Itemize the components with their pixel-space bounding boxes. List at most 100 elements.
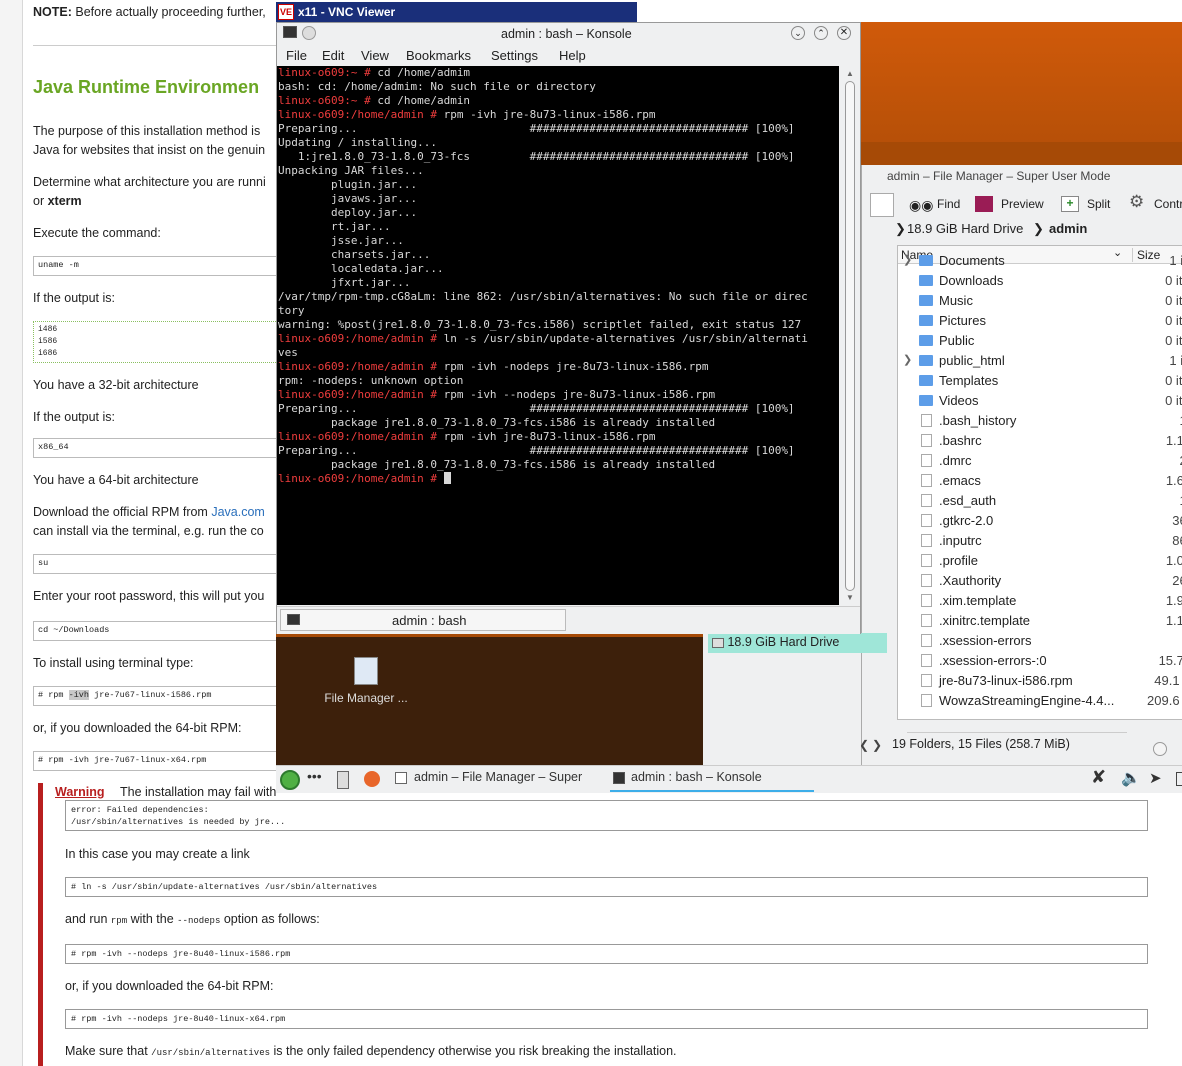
- file-size: 0 iter: [1165, 293, 1182, 308]
- scroll-down-icon[interactable]: ▼: [846, 593, 854, 602]
- file-row[interactable]: .xinitrc.template 1.1 k: [898, 611, 1182, 631]
- terminal-line: linux-o609:/home/admin # rpm -ivh -nodep…: [278, 360, 709, 373]
- vnc-titlebar[interactable]: VE x11 - VNC Viewer: [276, 2, 637, 22]
- file-row[interactable]: ❯ Documents 1 ite: [898, 251, 1182, 271]
- breadcrumb-folder[interactable]: admin: [1049, 221, 1087, 236]
- battery-icon[interactable]: [1176, 772, 1182, 786]
- file-row[interactable]: .dmrc26: [898, 451, 1182, 471]
- menu-edit[interactable]: Edit: [322, 48, 344, 63]
- paragraph: Enter your root password, this will put …: [33, 589, 265, 603]
- file-row[interactable]: Public 0 iter: [898, 331, 1182, 351]
- file-list: Name ⌄ Size ❯Documents1 iteDownloads0 it…: [897, 245, 1182, 720]
- file-manager-toolbar: ◉◉ Find Preview + Split ⚙ Contr: [862, 189, 1182, 219]
- paragraph: If the output is:: [33, 410, 115, 424]
- file-row[interactable]: .inputrc 861: [898, 531, 1182, 551]
- file-name: .bash_history: [939, 413, 1017, 428]
- file-name: .esd_auth: [939, 493, 997, 508]
- file-size: 209.6 M: [1147, 693, 1182, 708]
- folder-icon: [919, 295, 933, 306]
- preview-button[interactable]: Preview: [1001, 197, 1044, 211]
- scroll-up-icon[interactable]: ▲: [846, 69, 854, 78]
- task-file-manager[interactable]: admin – File Manager – Super: [414, 770, 582, 784]
- scroll-handle[interactable]: [845, 81, 855, 591]
- network-icon[interactable]: ➤: [1149, 769, 1162, 787]
- zoom-slider[interactable]: [1153, 742, 1167, 756]
- menu-file[interactable]: File: [286, 48, 307, 63]
- file-row[interactable]: .profile 1.0 k: [898, 551, 1182, 571]
- file-row[interactable]: WowzaStreamingEngine-4.4... 209.6 M: [898, 691, 1182, 711]
- file-row[interactable]: .xim.template 1.9 k: [898, 591, 1182, 611]
- app-launcher-icon[interactable]: [280, 770, 300, 790]
- terminal-output[interactable]: linux-o609:~ # cd /home/admim bash: cd: /…: [277, 66, 839, 605]
- file-row[interactable]: .esd_auth16: [898, 491, 1182, 511]
- file-row[interactable]: .xsession-errors-:0 15.7 k: [898, 651, 1182, 671]
- file-size: 1.1 k: [1165, 433, 1182, 448]
- file-row[interactable]: Videos 0 iter: [898, 391, 1182, 411]
- tools-icon[interactable]: ✘: [1091, 767, 1106, 788]
- pin-icon[interactable]: [302, 26, 316, 40]
- file-name: Documents: [939, 253, 1005, 268]
- file-row[interactable]: Downloads 0 iter: [898, 271, 1182, 291]
- file-icon: [921, 494, 932, 507]
- menu-view[interactable]: View: [361, 48, 389, 63]
- code-block: error: Failed dependencies: /usr/sbin/al…: [65, 800, 1148, 831]
- chevron-right-icon[interactable]: ❯: [872, 738, 882, 752]
- drive-icon: [712, 637, 724, 648]
- minimize-icon[interactable]: ⌄: [791, 26, 805, 40]
- split-button[interactable]: Split: [1087, 197, 1110, 211]
- task-konsole[interactable]: admin : bash – Konsole: [631, 770, 762, 784]
- expand-icon[interactable]: ❯: [903, 253, 912, 266]
- control-button[interactable]: Contr: [1154, 197, 1182, 211]
- menu-help[interactable]: Help: [559, 48, 586, 63]
- file-row[interactable]: Templates 0 iter: [898, 371, 1182, 391]
- volume-icon[interactable]: 🔈: [1121, 768, 1141, 788]
- file-row[interactable]: Music 0 iter: [898, 291, 1182, 311]
- paragraph: You have a 32-bit architecture: [33, 378, 199, 392]
- konsole-tabbar: admin : bash: [277, 606, 860, 634]
- more-icon[interactable]: •••: [307, 768, 322, 784]
- paragraph: Java for websites that insist on the gen…: [33, 143, 266, 157]
- file-row[interactable]: Pictures 0 iter: [898, 311, 1182, 331]
- file-icon: [921, 514, 932, 527]
- firefox-icon[interactable]: [364, 771, 380, 787]
- hscroll[interactable]: [897, 721, 1182, 735]
- terminal-line: linux-o609:/home/admin # rpm -ivh --node…: [278, 388, 716, 401]
- view-mode-icon[interactable]: [870, 193, 894, 217]
- menu-settings[interactable]: Settings: [491, 48, 538, 63]
- expand-icon[interactable]: ❯: [903, 353, 912, 366]
- find-button[interactable]: Find: [937, 197, 960, 211]
- file-row[interactable]: .emacs 1.6 k: [898, 471, 1182, 491]
- file-name: .bashrc: [939, 433, 982, 448]
- terminal-line: package jre1.8.0_73-1.8.0_73-fcs.i586 is…: [278, 416, 716, 429]
- file-row[interactable]: jre-8u73-linux-i586.rpm 49.1 M: [898, 671, 1182, 691]
- terminal-line: rt.jar...: [278, 220, 391, 233]
- file-row[interactable]: .bashrc 1.1 k: [898, 431, 1182, 451]
- file-size: 0 iter: [1165, 313, 1182, 328]
- file-row[interactable]: .gtkrc-2.0 360: [898, 511, 1182, 531]
- terminal-line: linux-o609:/home/admin # rpm -ivh jre-8u…: [278, 430, 656, 443]
- file-size: 1 ite: [1169, 253, 1182, 268]
- breadcrumb-drive[interactable]: 18.9 GiB Hard Drive: [907, 221, 1023, 236]
- folder-icon: [919, 375, 933, 386]
- code-block: # ln -s /usr/sbin/update-alternatives /u…: [65, 877, 1148, 897]
- close-icon[interactable]: ✕: [837, 26, 851, 40]
- terminal-line: linux-o609:/home/admin #: [278, 472, 839, 486]
- terminal-scrollbar[interactable]: ▲ ▼: [841, 67, 859, 605]
- file-manager-taskbar-icon[interactable]: [337, 771, 349, 789]
- file-row[interactable]: .xsession-errors0: [898, 631, 1182, 651]
- file-icon: [921, 634, 932, 647]
- tab-admin-bash[interactable]: admin : bash: [280, 609, 566, 631]
- code-block: uname -m: [33, 256, 278, 276]
- places-hard-drive[interactable]: 18.9 GiB Hard Drive: [708, 633, 887, 653]
- desktop-icon-file-manager[interactable]: File Manager ...: [321, 657, 411, 722]
- file-row[interactable]: .Xauthority 269: [898, 571, 1182, 591]
- file-size: 1.6 k: [1165, 473, 1182, 488]
- konsole-titlebar[interactable]: admin : bash – Konsole ⌄ ⌃ ✕: [277, 23, 860, 45]
- maximize-icon[interactable]: ⌃: [814, 26, 828, 40]
- menu-bookmarks[interactable]: Bookmarks: [406, 48, 471, 63]
- file-row[interactable]: .bash_history16: [898, 411, 1182, 431]
- paragraph: Execute the command:: [33, 226, 161, 240]
- file-name: Downloads: [939, 273, 1004, 288]
- file-row[interactable]: ❯ public_html 1 ite: [898, 351, 1182, 371]
- java-link[interactable]: Java.com: [211, 505, 265, 519]
